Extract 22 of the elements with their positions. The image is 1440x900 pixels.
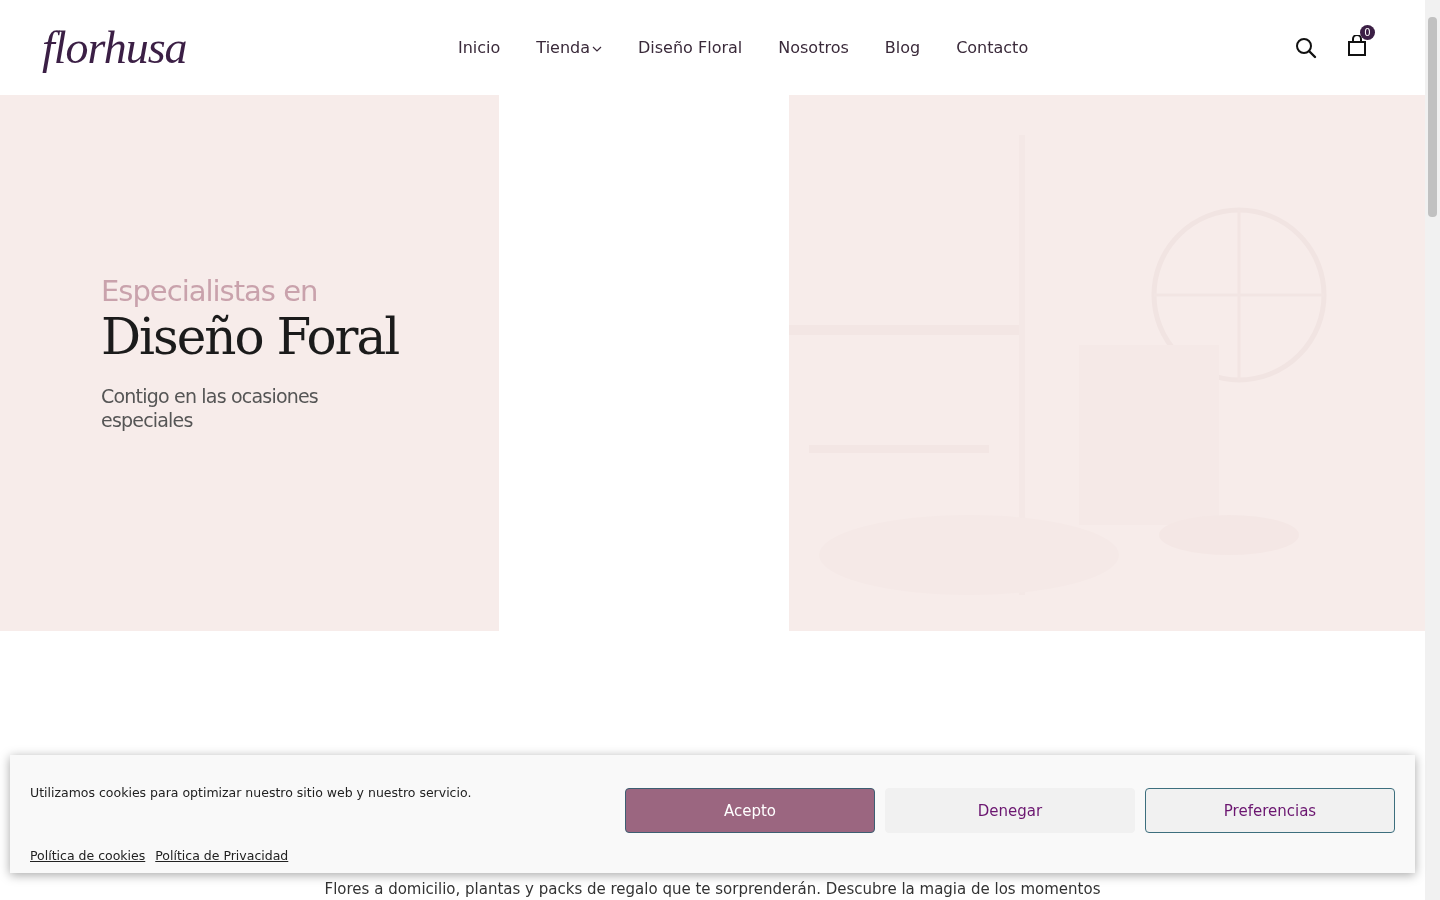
hero-kicker: Especialistas en bbox=[101, 274, 319, 308]
scrollbar[interactable] bbox=[1425, 0, 1440, 900]
shopping-bag-icon[interactable] bbox=[1347, 34, 1367, 57]
nav-link[interactable]: Inicio bbox=[458, 38, 501, 57]
cookie-button[interactable]: Denegar bbox=[885, 788, 1135, 833]
nav-link[interactable]: Nosotros bbox=[778, 38, 849, 57]
cookie-button[interactable]: Preferencias bbox=[1145, 788, 1395, 833]
policy-link[interactable]: Política de cookies bbox=[30, 848, 146, 863]
intro-paragraph: Flores a domicilio, plantas y packs de regalo que te sorprenderán. Descubre la magia de los momentos bbox=[324, 880, 1101, 898]
hero-title: Diseño Foral bbox=[101, 308, 399, 366]
cart-count-badge: 0 bbox=[1360, 24, 1375, 40]
nav-link[interactable]: Blog bbox=[884, 38, 921, 57]
policy-link[interactable]: Política de Privacidad bbox=[155, 848, 289, 863]
nav-link[interactable]: Tienda bbox=[536, 38, 602, 57]
hero-subtitle: Contigo en las ocasiones especiales bbox=[101, 384, 319, 432]
chevron-down-icon[interactable] bbox=[592, 45, 602, 52]
search-icon[interactable] bbox=[1295, 36, 1317, 59]
logo[interactable]: florhusa bbox=[42, 21, 342, 74]
cookie-button[interactable]: Acepto bbox=[625, 788, 875, 833]
nav-link[interactable]: Diseño Floral bbox=[638, 38, 743, 57]
nav-link[interactable]: Contacto bbox=[956, 38, 1029, 57]
cookie-message: Utilizamos cookies para optimizar nuestro sitio web y nuestro servicio. bbox=[30, 785, 473, 800]
